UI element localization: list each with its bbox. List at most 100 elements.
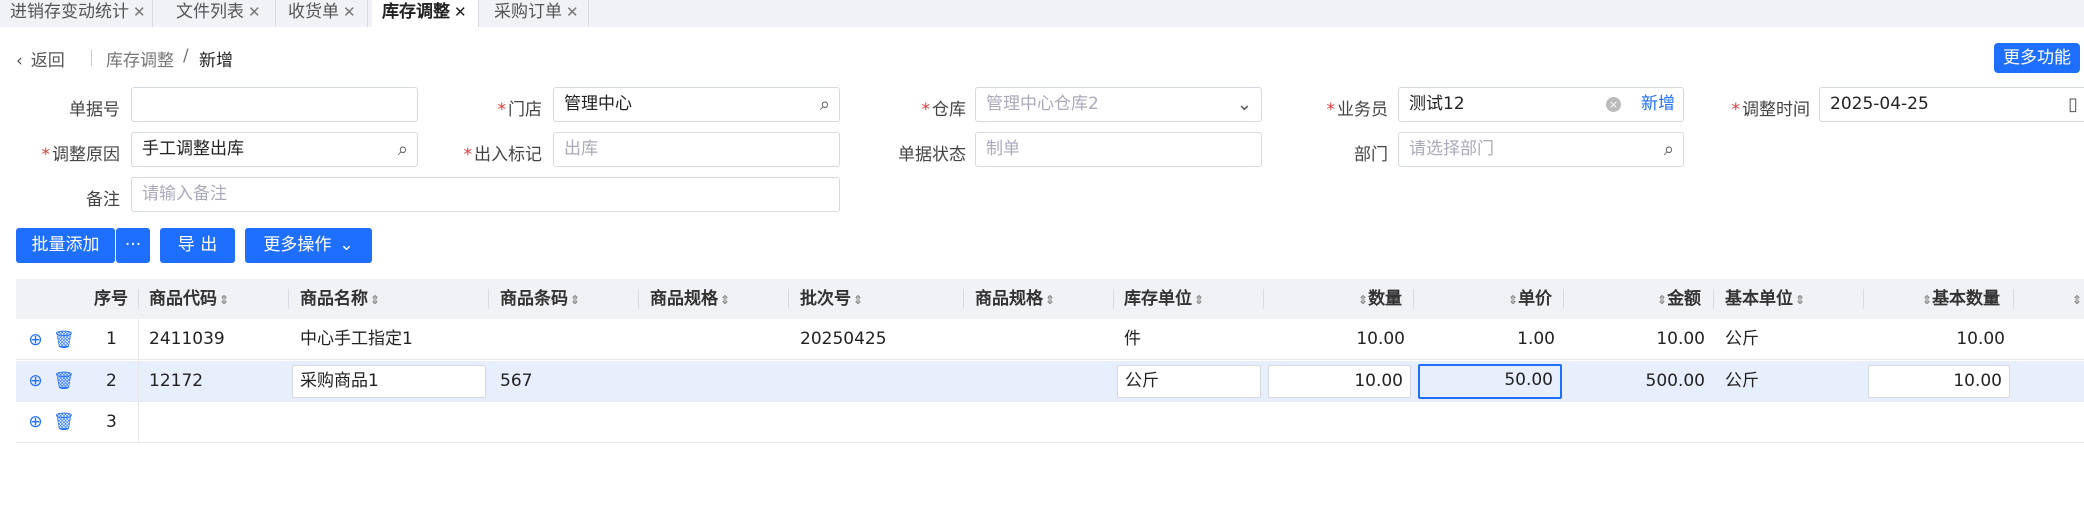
delete-row-icon[interactable]: 🗑 bbox=[53, 373, 75, 390]
col-header-base-qty[interactable]: ⇕基本数量 bbox=[1920, 279, 2000, 319]
cell-unit-input[interactable]: 公斤 bbox=[1117, 365, 1261, 398]
cell-base-unit: 公斤 bbox=[1725, 371, 1759, 391]
col-header-batch[interactable]: 批次号 ⇕ bbox=[800, 279, 863, 319]
delete-row-icon[interactable]: 🗑 bbox=[53, 332, 75, 349]
col-header-no: 序号 bbox=[94, 289, 128, 309]
col-header-barcode[interactable]: 商品条码 ⇕ bbox=[500, 279, 580, 319]
sort-icon[interactable]: ⇕ bbox=[2070, 279, 2082, 319]
doc-no-field[interactable] bbox=[131, 87, 418, 122]
tab-stock-adjust[interactable]: 库存调整 ✕ bbox=[372, 0, 479, 27]
doc-status-field[interactable]: 制单 bbox=[975, 132, 1262, 167]
sort-icon[interactable]: ⇕ bbox=[1795, 293, 1805, 307]
sort-icon[interactable]: ⇕ bbox=[1508, 293, 1518, 307]
clear-icon[interactable]: × bbox=[1606, 97, 1621, 112]
warehouse-select[interactable]: 管理中心仓库2 ⌄ bbox=[975, 87, 1262, 122]
inout-flag-field[interactable]: 出库 bbox=[553, 132, 840, 167]
back-label: 返回 bbox=[30, 51, 65, 71]
add-row-icon[interactable]: ⊕ bbox=[27, 373, 44, 390]
adjust-time-field[interactable]: 2025-04-25 ▯ bbox=[1819, 87, 2084, 122]
remark-label: 备注 bbox=[86, 190, 120, 210]
batch-add-more-button[interactable]: ··· bbox=[116, 228, 150, 263]
col-divider bbox=[2013, 289, 2014, 309]
tab-bar: 进销存变动统计 ✕ 文件列表 ✕ 收货单 ✕ 库存调整 ✕ 采购订单 ✕ bbox=[0, 0, 2084, 27]
tab-receipt[interactable]: 收货单 ✕ bbox=[278, 0, 368, 27]
new-salesman-link[interactable]: 新增 bbox=[1641, 88, 1675, 121]
sort-icon[interactable]: ⇕ bbox=[1045, 293, 1055, 307]
sort-icon[interactable]: ⇕ bbox=[1194, 293, 1204, 307]
col-header-base-unit[interactable]: 基本单位 ⇕ bbox=[1725, 279, 1805, 319]
more-operations-button[interactable]: 更多操作 ⌄ bbox=[245, 228, 372, 263]
cell-batch: 20250425 bbox=[800, 329, 887, 349]
table-row[interactable] bbox=[16, 402, 2084, 443]
tab-label: 文件列表 bbox=[176, 2, 244, 22]
close-icon[interactable]: ✕ bbox=[133, 3, 146, 21]
cell-amount: 10.00 bbox=[1656, 329, 1705, 349]
close-icon[interactable]: ✕ bbox=[566, 3, 579, 21]
col-divider bbox=[963, 289, 964, 309]
close-icon[interactable]: ✕ bbox=[343, 3, 356, 21]
col-header-code[interactable]: 商品代码 ⇕ bbox=[149, 279, 229, 319]
col-divider bbox=[788, 289, 789, 309]
cell-base-qty[interactable]: 10.00 bbox=[1863, 319, 2005, 360]
add-row-icon[interactable]: ⊕ bbox=[27, 332, 44, 349]
search-icon[interactable]: ⌕ bbox=[398, 133, 408, 166]
store-field[interactable]: 管理中心 ⌕ bbox=[553, 87, 840, 122]
department-field[interactable]: 请选择部门 ⌕ bbox=[1398, 132, 1684, 167]
batch-add-button[interactable]: 批量添加 bbox=[16, 228, 115, 263]
inout-flag-label: * 出入标记 bbox=[463, 145, 543, 165]
col-header-amount[interactable]: ⇕金额 bbox=[1655, 279, 1701, 319]
cell-base-qty-input[interactable]: 10.00 bbox=[1868, 365, 2010, 398]
doc-no-label: 单据号 bbox=[69, 100, 120, 120]
close-icon[interactable]: ✕ bbox=[454, 3, 467, 21]
cell-unit[interactable]: 件 bbox=[1124, 319, 1141, 360]
col-divider bbox=[638, 289, 639, 309]
search-icon[interactable]: ⌕ bbox=[1664, 133, 1674, 166]
tab-inventory-change-stats[interactable]: 进销存变动统计 ✕ bbox=[0, 0, 153, 27]
sort-icon[interactable]: ⇕ bbox=[853, 293, 863, 307]
chevron-left-icon: ‹ bbox=[16, 51, 23, 71]
sort-icon[interactable]: ⇕ bbox=[570, 293, 580, 307]
cell-qty[interactable]: 10.00 bbox=[1263, 319, 1405, 360]
cell-base-unit: 公斤 bbox=[1725, 329, 1759, 349]
salesman-field[interactable]: 测试12 × 新增 bbox=[1398, 87, 1684, 122]
calendar-icon[interactable]: ▯ bbox=[2068, 88, 2078, 121]
cell-price-input[interactable]: 50.00 bbox=[1418, 364, 1562, 399]
cell-barcode: 567 bbox=[500, 371, 533, 391]
cell-qty-input[interactable]: 10.00 bbox=[1268, 365, 1411, 398]
col-divider bbox=[1563, 289, 1564, 309]
search-icon[interactable]: ⌕ bbox=[820, 88, 830, 121]
close-icon[interactable]: ✕ bbox=[248, 3, 261, 21]
export-button[interactable]: 导 出 bbox=[160, 228, 235, 263]
salesman-label: * 业务员 bbox=[1326, 100, 1389, 120]
sort-icon[interactable]: ⇕ bbox=[370, 293, 380, 307]
cell-price[interactable]: 1.00 bbox=[1413, 319, 1555, 360]
tab-file-list[interactable]: 文件列表 ✕ bbox=[166, 0, 276, 27]
add-row-icon[interactable]: ⊕ bbox=[27, 414, 44, 431]
cell-name-input[interactable]: 采购商品1 bbox=[292, 365, 486, 398]
sort-icon[interactable]: ⇕ bbox=[1657, 293, 1667, 307]
sort-icon[interactable]: ⇕ bbox=[219, 293, 229, 307]
col-divider bbox=[488, 289, 489, 309]
cell-no: 1 bbox=[106, 329, 117, 349]
delete-row-icon[interactable]: 🗑 bbox=[53, 414, 75, 431]
tab-label: 收货单 bbox=[288, 2, 339, 22]
col-header-spec[interactable]: 商品规格 ⇕ bbox=[650, 279, 730, 319]
tab-label: 采购订单 bbox=[494, 2, 562, 22]
breadcrumb-parent[interactable]: 库存调整 bbox=[106, 46, 174, 71]
col-header-name[interactable]: 商品名称 ⇕ bbox=[300, 279, 380, 319]
sort-icon[interactable]: ⇕ bbox=[1922, 293, 1932, 307]
sort-icon[interactable]: ⇕ bbox=[720, 293, 730, 307]
more-functions-button[interactable]: 更多功能 bbox=[1994, 43, 2080, 73]
reason-field[interactable]: 手工调整出库 ⌕ bbox=[131, 132, 418, 167]
cell-name[interactable]: 中心手工指定1 bbox=[300, 319, 413, 360]
breadcrumb-current: 新增 bbox=[199, 51, 233, 71]
remark-field[interactable]: 请输入备注 bbox=[131, 177, 840, 212]
col-header-qty[interactable]: ⇕数量 bbox=[1356, 279, 1402, 319]
col-header-price[interactable]: ⇕单价 bbox=[1506, 279, 1552, 319]
sort-icon[interactable]: ⇕ bbox=[1358, 293, 1368, 307]
col-header-stock-unit[interactable]: 库存单位 ⇕ bbox=[1124, 279, 1204, 319]
back-button[interactable]: ‹ 返回 bbox=[16, 46, 65, 71]
col-header-spec-2[interactable]: 商品规格 ⇕ bbox=[975, 279, 1055, 319]
tab-purchase-order[interactable]: 采购订单 ✕ bbox=[484, 0, 589, 27]
cell-no: 3 bbox=[106, 412, 117, 432]
